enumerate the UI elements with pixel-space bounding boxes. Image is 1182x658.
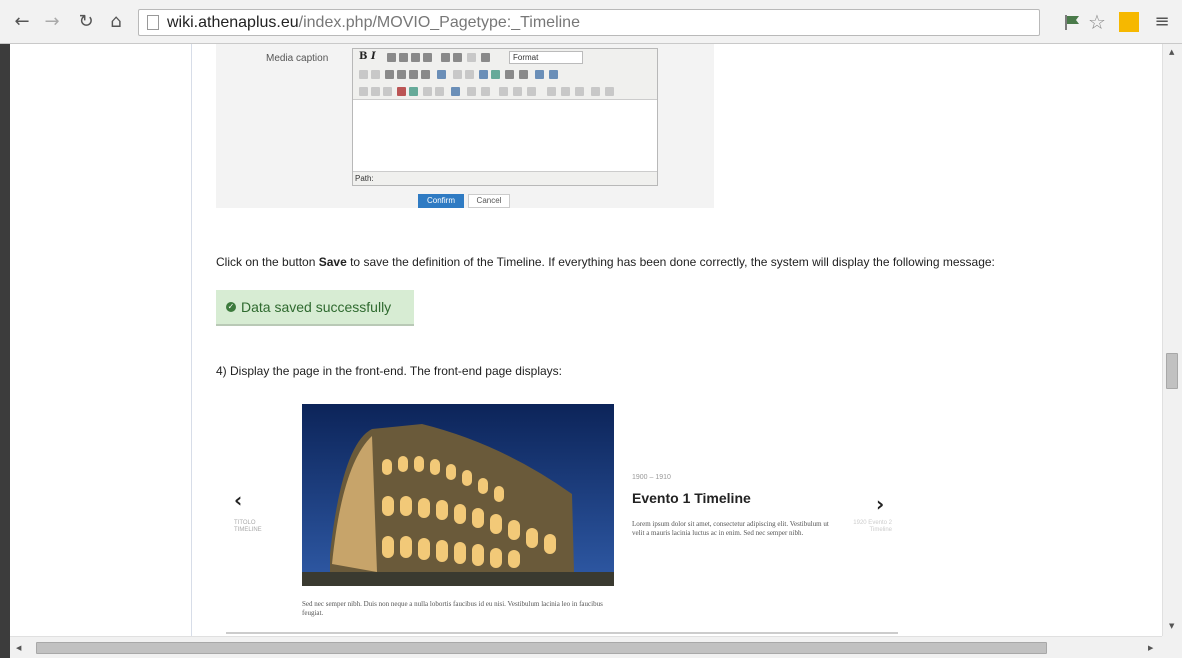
help-icon <box>575 87 584 96</box>
bold-icon: B <box>359 51 368 62</box>
instruction-paragraph: Click on the button Save to save the def… <box>216 255 995 269</box>
unlink-icon <box>465 70 474 79</box>
vertical-scroll-thumb[interactable] <box>1166 353 1178 389</box>
numbered-list-icon <box>453 53 462 62</box>
browser-toolbar: ← → ↻ ⌂ wiki.athenaplus.eu/index.php/MOV… <box>0 0 1182 44</box>
bg-color-icon <box>409 87 418 96</box>
visual-aid-icon <box>591 87 600 96</box>
event-title: Evento 1 Timeline <box>632 490 751 506</box>
home-icon[interactable]: ⌂ <box>106 11 126 33</box>
star-icon[interactable]: ☆ <box>1087 12 1107 32</box>
confirm-button: Confirm <box>418 194 464 208</box>
extension-flag-icon[interactable] <box>1062 12 1082 32</box>
bullet-list-icon <box>441 53 450 62</box>
timeline-screenshot: ‹ TITOLO TIMELINE Sed nec semper nibh. D… <box>216 392 900 636</box>
editor-toolbar-row <box>353 83 657 100</box>
media-icon <box>491 70 500 79</box>
page-viewport: Media caption B I Format Path: Confirm C… <box>10 44 1162 636</box>
horizontal-scrollbar[interactable]: ◀ ▶ <box>10 636 1162 658</box>
italic-icon: I <box>371 51 376 62</box>
media-caption-label: Media caption <box>266 53 329 64</box>
editor-toolbar-row <box>353 66 657 83</box>
text-color-icon <box>397 87 406 96</box>
reload-icon[interactable]: ↻ <box>76 11 96 33</box>
prev-event-label: TITOLO TIMELINE <box>234 520 262 533</box>
page-icon <box>147 15 159 30</box>
editor-screenshot: Media caption B I Format Path: Confirm C… <box>216 44 714 208</box>
indent-icon <box>481 53 490 62</box>
vertical-scrollbar[interactable]: ▲ ▼ <box>1162 44 1182 636</box>
delete-row-icon <box>527 87 536 96</box>
paste-icon <box>409 70 418 79</box>
cut-icon <box>385 70 394 79</box>
insert-row-icon <box>499 87 508 96</box>
align-right-icon <box>411 53 420 62</box>
cite-icon <box>435 87 444 96</box>
check-icon: ✓ <box>226 302 236 312</box>
paste-word-icon <box>421 70 430 79</box>
undo-icon <box>359 70 368 79</box>
ltr-icon <box>359 87 368 96</box>
event-date: 1900 – 1910 <box>632 474 671 481</box>
success-message-box: ✓ Data saved successfully <box>216 290 414 326</box>
cancel-button: Cancel <box>468 194 510 208</box>
back-icon[interactable]: ← <box>12 11 32 33</box>
insert-col-icon <box>513 87 522 96</box>
align-justify-icon <box>423 53 432 62</box>
split-cells-icon <box>547 87 556 96</box>
colosseum-image <box>302 404 614 586</box>
para1-text: Click on the button <box>216 255 319 269</box>
content-divider <box>191 44 192 636</box>
image-caption: Sed nec semper nibh. Duis non neque a nu… <box>302 600 603 617</box>
scroll-up-icon[interactable]: ▲ <box>1169 48 1174 56</box>
url-path: /index.php/MOVIO_Pagetype:_Timeline <box>298 14 580 31</box>
acronym-icon <box>423 87 432 96</box>
editor-path-bar: Path: <box>353 171 657 185</box>
format-select: Format <box>509 51 583 64</box>
next-event-label: 1920 Evento 2 Timeline <box>853 520 892 533</box>
row-props-icon <box>481 87 490 96</box>
scrollbar-corner <box>1162 636 1182 658</box>
event-description: Lorem ipsum dolor sit amet, consectetur … <box>632 520 829 537</box>
url-host: wiki.athenaplus.eu <box>167 14 299 31</box>
chevron-left-icon: ‹ <box>234 488 243 512</box>
timeline-rail <box>226 632 898 634</box>
success-message: Data saved successfully <box>241 299 392 315</box>
para1-text-end: to save the definition of the Timeline. … <box>346 255 995 269</box>
table-icon <box>467 87 476 96</box>
table-edit-icon <box>451 87 460 96</box>
special-char-icon <box>519 70 528 79</box>
rtl-icon <box>371 87 380 96</box>
extension-note-icon[interactable] <box>1119 12 1139 32</box>
step-paragraph: 4) Display the page in the front-end. Th… <box>216 364 562 378</box>
copy-icon <box>397 70 406 79</box>
link-icon <box>453 70 462 79</box>
menu-icon[interactable]: ≡ <box>1152 12 1172 32</box>
hr-icon <box>505 70 514 79</box>
forward-icon[interactable]: → <box>42 11 62 33</box>
horizontal-scroll-thumb[interactable] <box>36 642 1047 654</box>
scroll-left-icon[interactable]: ◀ <box>16 644 21 652</box>
chevron-right-icon: › <box>876 492 885 516</box>
scroll-right-icon[interactable]: ▶ <box>1148 644 1153 652</box>
scroll-down-icon[interactable]: ▼ <box>1169 622 1174 630</box>
editor-toolbar-row: B I Format <box>353 49 657 66</box>
html-icon <box>549 70 558 79</box>
outdent-icon <box>467 53 476 62</box>
cleanup-icon <box>535 70 544 79</box>
anchor-icon <box>479 70 488 79</box>
address-bar[interactable]: wiki.athenaplus.eu/index.php/MOVIO_Paget… <box>138 9 1040 36</box>
align-left-icon <box>387 53 396 62</box>
save-keyword: Save <box>318 255 347 269</box>
rich-text-editor: B I Format Path: <box>352 48 658 186</box>
abbr-icon <box>383 87 392 96</box>
image-icon <box>437 70 446 79</box>
align-center-icon <box>399 53 408 62</box>
window-frame <box>0 44 10 658</box>
merge-cells-icon <box>561 87 570 96</box>
redo-icon <box>371 70 380 79</box>
fullscreen-icon <box>605 87 614 96</box>
